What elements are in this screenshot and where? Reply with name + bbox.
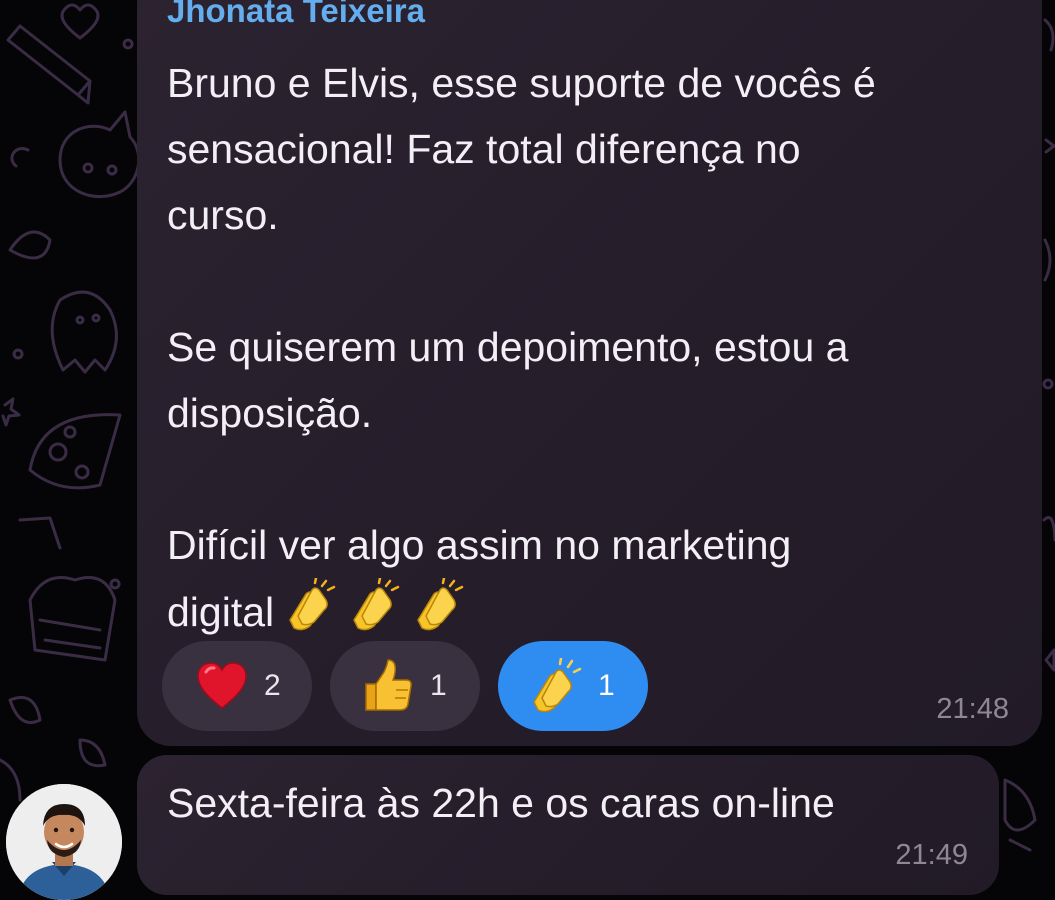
red-heart-icon <box>197 662 247 709</box>
avatar[interactable] <box>6 784 122 900</box>
sender-name[interactable]: Jhonata Teixeira <box>167 0 425 30</box>
reaction-heart[interactable]: 2 <box>162 641 312 731</box>
message-bubble[interactable]: Sexta-feira às 22h e os caras on-line 21… <box>137 755 999 895</box>
message-line: Bruno e Elvis, esse suporte de vocês é <box>167 60 876 106</box>
message-line: Difícil ver algo assim no marketing <box>167 522 792 568</box>
user-avatar-icon <box>6 784 122 900</box>
reaction-clap-selected[interactable]: 1 <box>498 641 648 731</box>
message-line-text: digital <box>167 589 275 635</box>
reaction-count: 1 <box>598 669 615 702</box>
message-timestamp: 21:49 <box>895 839 968 871</box>
reaction-count: 1 <box>430 669 447 702</box>
message-line-last: digital <box>167 576 1027 644</box>
message-bubble[interactable]: Jhonata Teixeira Bruno e Elvis, esse sup… <box>137 0 1042 746</box>
message-line: sensacional! Faz total diferença no <box>167 126 801 172</box>
clapping-hands-icon <box>533 658 582 713</box>
message-timestamp: 21:48 <box>936 693 1009 725</box>
message-line: curso. <box>167 192 279 238</box>
message-line <box>167 446 1027 512</box>
message-line: disposição. <box>167 390 373 436</box>
clapping-hands-icon <box>280 576 338 651</box>
reaction-thumbs-up[interactable]: 1 <box>330 641 480 731</box>
message-text: Bruno e Elvis, esse suporte de vocês é s… <box>167 50 1027 644</box>
reaction-count: 2 <box>264 669 281 702</box>
message-text: Sexta-feira às 22h e os caras on-line <box>167 780 835 826</box>
message-line: Se quiserem um depoimento, estou a <box>167 324 849 370</box>
message-line <box>167 248 1027 314</box>
thumbs-up-icon <box>365 659 412 711</box>
